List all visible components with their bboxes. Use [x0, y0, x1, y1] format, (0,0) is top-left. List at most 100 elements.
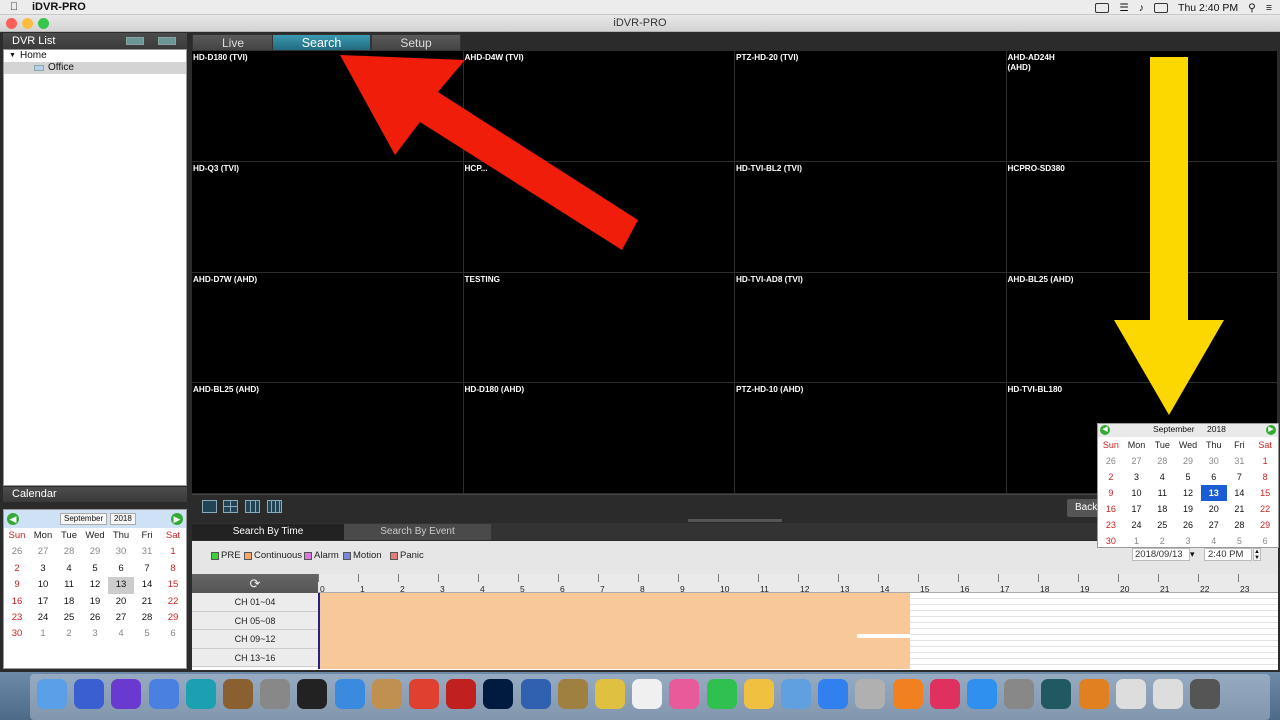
calendar-day[interactable]: 5: [82, 561, 108, 577]
time-stepper[interactable]: ▲ ▼: [1253, 548, 1261, 561]
dock-app-icon[interactable]: [1041, 679, 1072, 709]
calendar-day[interactable]: 26: [4, 544, 30, 560]
close-window-button[interactable]: [6, 18, 17, 29]
calendar-day[interactable]: 29: [1252, 517, 1278, 533]
dock-app-icon[interactable]: [743, 679, 774, 709]
dock-app-icon[interactable]: [520, 679, 551, 709]
calendar-day[interactable]: 8: [1252, 469, 1278, 485]
calendar-day[interactable]: 27: [1201, 517, 1227, 533]
calendar-day[interactable]: 16: [4, 594, 30, 610]
calendar-day[interactable]: 30: [108, 544, 134, 560]
camera-tile[interactable]: HD-TVI-BL2 (TVI): [735, 161, 1007, 273]
calendar-day[interactable]: 12: [82, 577, 108, 593]
tree-item-home[interactable]: ▼ Home: [4, 50, 186, 62]
calendar-day[interactable]: 4: [1149, 469, 1175, 485]
calendar-day[interactable]: 21: [134, 594, 160, 610]
dock-app-icon[interactable]: [595, 679, 625, 709]
dock-app-icon[interactable]: [74, 679, 105, 709]
calendar-day[interactable]: 19: [1175, 501, 1201, 517]
dock-app-icon[interactable]: [446, 679, 477, 709]
tab-search-by-event[interactable]: Search By Event: [344, 524, 491, 540]
calendar-day[interactable]: 29: [82, 544, 108, 560]
calendar-dropdown-icon[interactable]: ▾: [1190, 549, 1199, 560]
menubar-status-icon[interactable]: [1095, 2, 1110, 13]
calendar-day[interactable]: 25: [56, 610, 82, 626]
calendar-day[interactable]: 7: [1227, 469, 1253, 485]
calendar-day[interactable]: 29: [160, 610, 186, 626]
channel-row-label[interactable]: CH 05~08: [192, 611, 318, 630]
calendar-day[interactable]: 6: [108, 561, 134, 577]
popup-year-select[interactable]: 2018: [1204, 424, 1229, 436]
calendar-day[interactable]: 6: [1252, 533, 1278, 549]
dock-app-icon[interactable]: [669, 679, 700, 709]
prev-month-icon[interactable]: ◀: [1100, 425, 1110, 435]
calendar-day[interactable]: 27: [108, 610, 134, 626]
dock-app-icon[interactable]: [632, 679, 663, 709]
dock-app-icon[interactable]: [1153, 679, 1183, 709]
calendar-day[interactable]: 5: [1175, 469, 1201, 485]
channel-row-label[interactable]: CH 13~16: [192, 648, 318, 667]
connect-dvr-icon[interactable]: [126, 37, 144, 45]
calendar-day[interactable]: 23: [1098, 517, 1124, 533]
calendar-day[interactable]: 11: [56, 577, 82, 593]
calendar-day[interactable]: 3: [30, 561, 56, 577]
camera-tile[interactable]: HD-D180 (AHD): [463, 383, 735, 494]
year-select[interactable]: 2018: [110, 513, 136, 525]
camera-tile[interactable]: PTZ-HD-20 (TVI): [735, 51, 1007, 162]
zoom-window-button[interactable]: [38, 18, 49, 29]
dock-app-icon[interactable]: [409, 679, 439, 709]
calendar-day[interactable]: 19: [82, 594, 108, 610]
search-time-field[interactable]: 2:40 PM: [1204, 548, 1252, 561]
volume-icon[interactable]: ♪: [1139, 2, 1144, 14]
calendar-day[interactable]: 13: [108, 577, 134, 594]
channel-row-label[interactable]: CH 09~12: [192, 630, 318, 649]
calendar-day[interactable]: 1: [1124, 533, 1150, 549]
calendar-day[interactable]: 20: [1201, 501, 1227, 517]
tab-search-by-time[interactable]: Search By Time: [192, 524, 344, 540]
refresh-icon[interactable]: ⟳: [192, 574, 318, 593]
calendar-day[interactable]: 18: [1149, 501, 1175, 517]
search-icon[interactable]: ⚲: [1248, 2, 1256, 14]
calendar-day[interactable]: 4: [56, 561, 82, 577]
calendar-day[interactable]: 1: [160, 544, 186, 560]
search-date-field[interactable]: 2018/09/13: [1132, 548, 1190, 561]
layout-1x1-icon[interactable]: [202, 500, 217, 513]
tab-search[interactable]: Search: [272, 34, 371, 51]
calendar-day[interactable]: 17: [1124, 501, 1150, 517]
calendar-day[interactable]: 22: [160, 594, 186, 610]
calendar-day[interactable]: 26: [1098, 453, 1124, 469]
calendar-day[interactable]: 3: [1124, 469, 1150, 485]
calendar-day[interactable]: 24: [30, 610, 56, 626]
dock-app-icon[interactable]: [1004, 679, 1035, 709]
tab-live[interactable]: Live: [192, 34, 274, 51]
next-month-icon[interactable]: ▶: [171, 513, 183, 525]
calendar-day[interactable]: 10: [30, 577, 56, 593]
menu-list-icon[interactable]: ≡: [1266, 2, 1272, 14]
dock-app-icon[interactable]: [557, 679, 588, 709]
dock-app-icon[interactable]: [37, 679, 67, 709]
apple-icon[interactable]: : [0, 1, 28, 13]
calendar-day[interactable]: 2: [1098, 469, 1124, 485]
tree-item-office[interactable]: Office: [4, 62, 186, 74]
calendar-day[interactable]: 2: [56, 626, 82, 642]
calendar-day[interactable]: 15: [160, 577, 186, 593]
timeline-empty-area[interactable]: [910, 593, 1278, 669]
timeline-hour-scale[interactable]: 0 1 2 3 4 5 6 7 8 9 10 11 12 13 14 15 16 17 18 19 20 21 22 23: [318, 574, 1278, 594]
calendar-day[interactable]: 31: [134, 544, 160, 560]
collapse-handle[interactable]: [688, 519, 782, 522]
calendar-day[interactable]: 7: [134, 561, 160, 577]
calendar-day[interactable]: 20: [108, 594, 134, 610]
dock-app-icon[interactable]: [967, 679, 997, 709]
battery-icon[interactable]: [1154, 2, 1169, 13]
channel-row-label[interactable]: CH 01~04: [192, 593, 318, 612]
calendar-day[interactable]: 17: [30, 594, 56, 610]
calendar-day[interactable]: 1: [1252, 453, 1278, 469]
calendar-day[interactable]: 27: [1124, 453, 1150, 469]
dock-app-icon[interactable]: [1115, 679, 1146, 709]
calendar-day[interactable]: 3: [82, 626, 108, 642]
dock-app-icon[interactable]: [334, 679, 365, 709]
calendar-day[interactable]: 3: [1175, 533, 1201, 549]
camera-tile[interactable]: AHD-BL25 (AHD): [192, 383, 464, 494]
calendar-day[interactable]: 30: [1201, 453, 1227, 469]
calendar-day[interactable]: 28: [1149, 453, 1175, 469]
